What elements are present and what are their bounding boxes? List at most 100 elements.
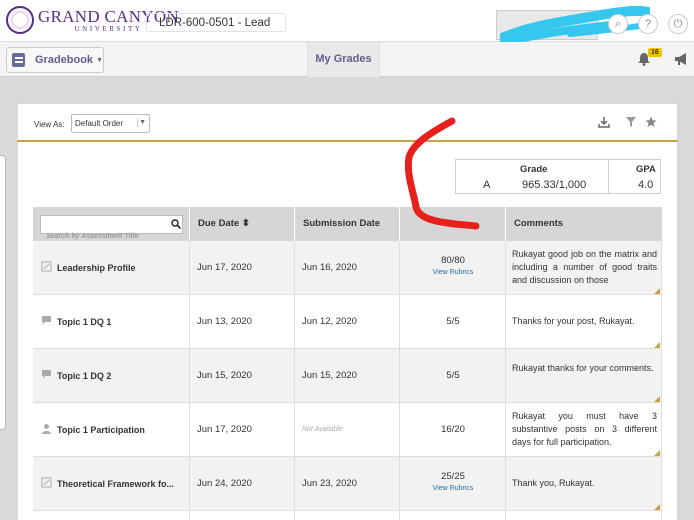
comment-expand-handle[interactable] xyxy=(654,450,660,456)
score: 5/5 xyxy=(446,370,460,381)
search-input[interactable]: Search by Assessment Title xyxy=(40,215,183,240)
grade-label: Grade xyxy=(520,164,548,175)
comment-expand-handle[interactable] xyxy=(654,396,660,402)
chevron-down-icon: ▼ xyxy=(96,56,103,64)
view-rubrics-link[interactable]: View Rubrics xyxy=(400,269,506,276)
gpa-value: 4.0 xyxy=(638,179,654,191)
assessment-title[interactable]: Theoretical Framework fo... xyxy=(57,457,187,511)
comment-cell: Thanks for your post, Rukayat. xyxy=(506,295,662,349)
assessment-title-cell[interactable]: Leadership Profile xyxy=(33,241,190,295)
due-date: Jun 24, 2020 xyxy=(197,478,252,489)
submission-date-cell: Jun 23, 2020 xyxy=(295,457,400,511)
due-date-cell: Jun 17, 2020 xyxy=(190,241,295,295)
table-row[interactable]: Topic 1 DQ 1 Jun 13, 2020 Jun 12, 2020 5… xyxy=(33,295,662,349)
download-icon[interactable] xyxy=(598,116,610,128)
assignment-icon xyxy=(41,477,52,488)
submission-date: Jun 12, 2020 xyxy=(302,316,357,327)
assessment-title-cell[interactable] xyxy=(33,511,190,520)
star-icon[interactable] xyxy=(645,116,657,128)
search-icon[interactable]: ⌕ xyxy=(608,14,628,34)
assessment-title[interactable]: Topic 1 Participation xyxy=(57,403,187,457)
assessment-title-cell[interactable]: Topic 1 DQ 2 xyxy=(33,349,190,403)
table-row[interactable]: Topic 1 Participation Jun 17, 2020 Not A… xyxy=(33,403,662,457)
score: 80/80 xyxy=(441,255,465,266)
notification-count-badge: 16 xyxy=(648,48,662,57)
comment-cell xyxy=(506,511,662,520)
due-date-cell: Jun 17, 2020 xyxy=(190,403,295,457)
search-icon[interactable] xyxy=(171,219,181,229)
due-date-cell xyxy=(190,511,295,520)
university-seal-icon xyxy=(6,6,34,34)
comment-text: Thank you, Rukayat. xyxy=(512,478,595,488)
submission-date: Jun 15, 2020 xyxy=(302,370,357,381)
announcements-icon[interactable] xyxy=(674,52,690,66)
comment-expand-handle[interactable] xyxy=(654,288,660,294)
due-date: Jun 17, 2020 xyxy=(197,262,252,273)
top-bar: GRAND CANYON UNIVERSITY LDR-600-0501 - L… xyxy=(0,0,694,46)
course-selector[interactable]: LDR-600-0501 - Lead xyxy=(146,13,286,32)
assessment-title[interactable]: Topic 1 DQ 2 xyxy=(57,349,187,403)
due-date-cell: Jun 24, 2020 xyxy=(190,457,295,511)
discussion-icon xyxy=(42,316,51,325)
table-row[interactable] xyxy=(33,511,662,520)
assessment-title-cell[interactable]: Topic 1 DQ 1 xyxy=(33,295,190,349)
due-date: Jun 13, 2020 xyxy=(197,316,252,327)
comment-text: Rukayat thanks for your comments. xyxy=(512,363,654,373)
score-cell: 80/80 View Rubrics xyxy=(400,241,506,295)
comment-text: Rukayat you must have 3 substantive post… xyxy=(512,411,657,447)
due-date-column-header[interactable]: Due Date ⬍ xyxy=(190,207,295,241)
score: 16/20 xyxy=(441,424,465,435)
participation-icon xyxy=(42,424,51,434)
submission-date-cell xyxy=(295,511,400,520)
submission-date-column-header: Submission Date xyxy=(295,207,400,241)
comment-cell: Rukayat good job on the matrix and inclu… xyxy=(506,241,662,295)
comment-expand-handle[interactable] xyxy=(654,504,660,510)
submission-date-cell: Jun 12, 2020 xyxy=(295,295,400,349)
submission-date: Not Available xyxy=(302,426,343,433)
view-as-value: Default Order xyxy=(75,119,124,128)
gradebook-bar: Gradebook ▼ My Grades xyxy=(0,42,694,77)
chevron-down-icon: ▼ xyxy=(137,118,146,127)
view-as-label: View As: xyxy=(34,120,65,129)
help-icon[interactable]: ? xyxy=(638,14,658,34)
assessment-title[interactable]: Topic 1 DQ 1 xyxy=(57,295,187,349)
score: 5/5 xyxy=(446,316,460,327)
comment-cell: Rukayat you must have 3 substantive post… xyxy=(506,403,662,457)
assignment-icon xyxy=(41,261,52,272)
assessment-title-cell[interactable]: Topic 1 Participation xyxy=(33,403,190,457)
tab-my-grades[interactable]: My Grades xyxy=(307,42,380,77)
view-rubrics-link[interactable]: View Rubrics xyxy=(400,485,506,492)
due-date-cell: Jun 13, 2020 xyxy=(190,295,295,349)
grade-points: 965.33/1,000 xyxy=(522,179,587,191)
comment-cell: Rukayat thanks for your comments. xyxy=(506,349,662,403)
comment-cell: Thank you, Rukayat. xyxy=(506,457,662,511)
comment-text: Rukayat good job on the matrix and inclu… xyxy=(512,249,657,285)
score-cell: 16/20 xyxy=(400,403,506,457)
score-cell: 25/25 View Rubrics xyxy=(400,457,506,511)
discussion-icon xyxy=(42,370,51,379)
gradebook-icon xyxy=(12,53,25,67)
submission-date-cell: Jun 16, 2020 xyxy=(295,241,400,295)
view-as-select[interactable]: Default Order ▼ xyxy=(71,114,150,133)
red-annotation-mark xyxy=(404,117,480,230)
score-cell: 5/5 xyxy=(400,295,506,349)
submission-date: Jun 16, 2020 xyxy=(302,262,357,273)
table-row[interactable]: Theoretical Framework fo... Jun 24, 2020… xyxy=(33,457,662,511)
comments-column-header: Comments xyxy=(514,218,564,229)
comment-text: Thanks for your post, Rukayat. xyxy=(512,316,635,326)
table-header: Search by Assessment Title Due Date ⬍ Su… xyxy=(33,207,662,241)
gradebook-label: Gradebook xyxy=(34,54,94,66)
side-panel-handle[interactable] xyxy=(0,155,6,430)
gradebook-button[interactable]: Gradebook ▼ xyxy=(6,47,104,73)
table-row[interactable]: Topic 1 DQ 2 Jun 15, 2020 Jun 15, 2020 5… xyxy=(33,349,662,403)
score-cell: 5/5 xyxy=(400,349,506,403)
gpa-label: GPA xyxy=(636,164,656,175)
assessment-title[interactable]: Leadership Profile xyxy=(57,241,187,295)
comment-expand-handle[interactable] xyxy=(654,342,660,348)
due-date: Jun 15, 2020 xyxy=(197,370,252,381)
power-icon[interactable]: ⏻ xyxy=(668,14,688,34)
assessment-title-cell[interactable]: Theoretical Framework fo... xyxy=(33,457,190,511)
gpa-summary: GPA 4.0 xyxy=(609,159,661,194)
filter-icon[interactable] xyxy=(625,116,637,128)
table-row[interactable]: Leadership Profile Jun 17, 2020 Jun 16, … xyxy=(33,241,662,295)
